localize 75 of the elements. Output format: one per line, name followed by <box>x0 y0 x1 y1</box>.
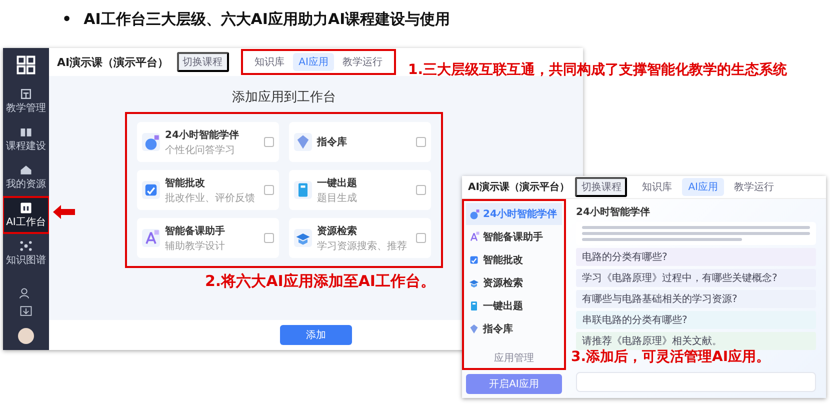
app-card[interactable]: 指令库 <box>289 122 431 162</box>
course-title: AI演示课（演示平台） <box>57 54 169 70</box>
app-icon <box>142 181 160 199</box>
slide-title: AI工作台三大层级、六大AI应用助力AI课程建设与使用 <box>84 10 450 29</box>
app-list-item[interactable]: 指令库 <box>466 318 562 340</box>
app-list-item[interactable]: 资源检索 <box>466 272 562 294</box>
app-icon <box>468 231 480 243</box>
chat-input[interactable] <box>576 372 816 392</box>
app-icon <box>468 300 480 312</box>
menu-item-icon <box>19 239 33 253</box>
checkbox[interactable] <box>264 233 274 243</box>
annotation: 1.三大层级互联互通，共同构成了支撑智能化教学的生态系统 <box>408 61 788 79</box>
app-list-item[interactable]: 智能批改 <box>466 249 562 271</box>
tab[interactable]: 教学运行 <box>728 178 780 196</box>
app-name: 智能批改 <box>165 176 206 190</box>
app-icon <box>142 229 160 247</box>
sidebar-item[interactable]: 我的资源 <box>4 160 48 194</box>
checkbox[interactable] <box>264 137 274 147</box>
tab[interactable]: 教学运行 <box>336 53 388 71</box>
arrow-icon <box>53 205 75 219</box>
add-button[interactable]: 添加 <box>280 325 352 345</box>
app-name: 资源检索 <box>317 224 358 238</box>
app-name: 指令库 <box>317 135 348 149</box>
app-icon <box>294 133 312 151</box>
tab[interactable]: 知识库 <box>248 53 291 71</box>
app-name: 智能备课助手 <box>165 224 226 238</box>
sidebar-item[interactable]: 知识图谱 <box>4 236 48 270</box>
sidebar-item[interactable]: 课程建设 <box>4 122 48 156</box>
app-card[interactable]: 一键出题 题目生成 <box>289 170 431 210</box>
avatar[interactable] <box>18 328 34 344</box>
app-card[interactable]: 24小时智能学伴 个性化问答学习 <box>137 122 279 162</box>
chat-title: 24小时智能学伴 <box>576 206 651 219</box>
annotation: 2.将六大AI应用添加至AI工作台。 <box>205 272 436 291</box>
switch-course-button[interactable]: 切换课程 <box>575 177 628 197</box>
checkbox[interactable] <box>416 185 426 195</box>
menu-item-icon <box>18 201 33 215</box>
app-description: 个性化问答学习 <box>165 144 236 156</box>
menu-item-icon <box>19 163 33 177</box>
app-icon <box>468 254 480 266</box>
annotation: 3.添加后，可灵活管理AI应用。 <box>571 348 770 366</box>
app-icon <box>142 133 160 151</box>
suggestion-chip[interactable]: 请推荐《电路原理》相关文献。 <box>576 332 816 350</box>
tab[interactable]: 知识库 <box>636 178 678 196</box>
app-name: 24小时智能学伴 <box>165 128 240 142</box>
app-icon <box>468 277 480 289</box>
dialog-heading: 添加应用到工作台 <box>232 89 336 106</box>
checkbox[interactable] <box>416 233 426 243</box>
app-card[interactable]: 智能备课助手 辅助教学设计 <box>137 218 279 258</box>
app-card[interactable]: 资源检索 学习资源搜索、推荐 <box>289 218 431 258</box>
app-description: 辅助教学设计 <box>165 240 226 252</box>
app-icon <box>294 181 312 199</box>
app-card[interactable]: 智能批改 批改作业、评价反馈 <box>137 170 279 210</box>
app-icon <box>468 323 480 335</box>
menu-item-icon <box>19 87 33 101</box>
app-icon <box>468 208 480 220</box>
course-title: AI演示课（演示平台） <box>468 180 570 194</box>
checkbox[interactable] <box>416 137 426 147</box>
app-description: 题目生成 <box>317 192 358 204</box>
switch-course-button[interactable]: 切换课程 <box>176 52 229 72</box>
suggestion-chip[interactable]: 串联电路的分类有哪些? <box>576 311 816 329</box>
logo-icon <box>15 54 37 76</box>
app-icon <box>294 229 312 247</box>
suggestion-chip[interactable]: 学习《电路原理》过程中，有哪些关键概念? <box>576 269 816 287</box>
sidebar-item[interactable]: 教学管理 <box>4 84 48 118</box>
app-description: 学习资源搜索、推荐 <box>317 240 408 252</box>
bullet: • <box>62 10 72 29</box>
app-name: 一键出题 <box>317 176 358 190</box>
app-description: 批改作业、评价反馈 <box>165 192 256 204</box>
app-list-item[interactable]: 智能备课助手 <box>466 226 562 248</box>
checkbox[interactable] <box>264 185 274 195</box>
download-icon[interactable] <box>19 304 33 318</box>
suggestion-chip[interactable]: 有哪些与电路基础相关的学习资源? <box>576 290 816 308</box>
app-list-item[interactable]: 一键出题 <box>466 295 562 317</box>
suggestion-chip[interactable]: 电路的分类有哪些? <box>576 248 816 266</box>
sidebar-item[interactable]: AI工作台 <box>4 198 48 232</box>
